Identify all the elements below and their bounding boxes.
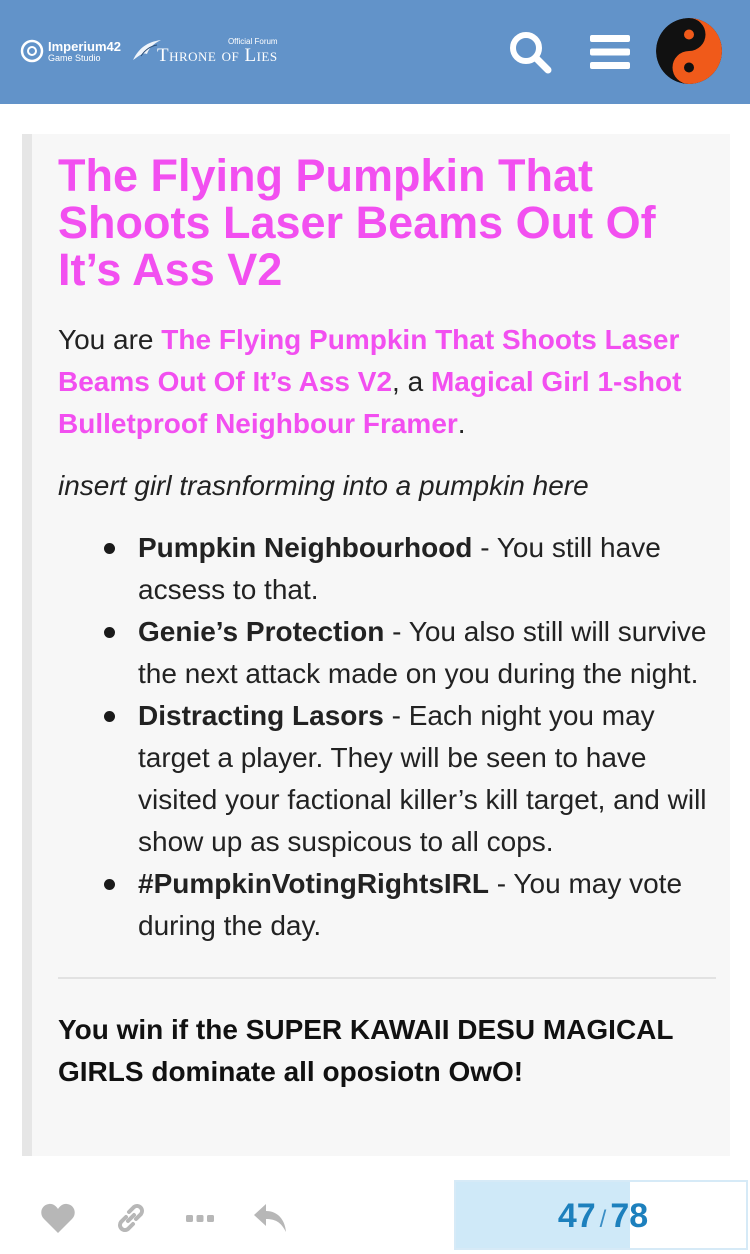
horizontal-divider [58, 977, 716, 979]
imperium42-logo[interactable]: Imperium42 Game Studio [20, 39, 121, 63]
ability-name: #PumpkinVotingRightsIRL [138, 868, 490, 899]
intro-prefix: You are [58, 324, 162, 355]
reply-icon [254, 1204, 286, 1232]
progress-current: 47 [557, 1197, 596, 1235]
site-header: Imperium42 Game Studio Official Forum Th… [0, 0, 750, 104]
hamburger-menu-icon [590, 35, 630, 69]
user-avatar[interactable] [656, 18, 722, 84]
search-icon [510, 32, 552, 74]
win-condition: You win if the SUPER KAWAII DESU MAGICAL… [58, 1014, 673, 1087]
post-quote-card: The Flying Pumpkin That Shoots Laser Bea… [22, 134, 730, 1156]
ability-item: #PumpkinVotingRightsIRL - You may vote d… [104, 863, 716, 947]
progress-total: 78 [610, 1197, 649, 1235]
post-action-bar: 47/78 [0, 1180, 750, 1250]
ability-name: Genie’s Protection [138, 616, 385, 647]
heart-icon [41, 1203, 75, 1233]
menu-button[interactable] [580, 22, 640, 82]
link-icon [118, 1204, 144, 1232]
ability-name: Distracting Lasors [138, 700, 384, 731]
ability-item: Distracting Lasors - Each night you may … [104, 695, 716, 863]
brand-logos[interactable]: Imperium42 Game Studio Official Forum Th… [20, 36, 278, 66]
intro-mid: , a [392, 366, 431, 397]
topic-progress-indicator[interactable]: 47/78 [454, 1180, 748, 1250]
progress-label: 47/78 [456, 1182, 746, 1248]
search-button[interactable] [500, 22, 560, 82]
role-title: The Flying Pumpkin That Shoots Laser Bea… [58, 150, 656, 295]
studio-name: Imperium42 [48, 38, 121, 54]
more-actions-button[interactable] [180, 1198, 220, 1238]
forum-name: Throne of Lies [156, 44, 278, 66]
more-icon [186, 1215, 214, 1222]
ability-list: Pumpkin Neighbourhood - You still have a… [58, 527, 716, 947]
studio-subtitle: Game Studio [48, 52, 101, 63]
ability-name: Pumpkin Neighbourhood [138, 532, 473, 563]
ability-item: Genie’s Protection - You also still will… [104, 611, 716, 695]
like-button[interactable] [38, 1198, 78, 1238]
reply-button[interactable] [250, 1198, 290, 1238]
intro-suffix: . [457, 408, 466, 439]
share-link-button[interactable] [111, 1198, 151, 1238]
progress-separator: / [599, 1206, 607, 1233]
imperium42-swirl-icon [20, 39, 44, 63]
ability-item: Pumpkin Neighbourhood - You still have a… [104, 527, 716, 611]
flavor-text: insert girl trasnforming into a pumpkin … [58, 470, 589, 501]
throne-of-lies-logo[interactable]: Official Forum Throne of Lies [131, 36, 278, 66]
role-intro: You are The Flying Pumpkin That Shoots L… [58, 319, 716, 445]
yin-yang-avatar-icon [656, 18, 722, 84]
